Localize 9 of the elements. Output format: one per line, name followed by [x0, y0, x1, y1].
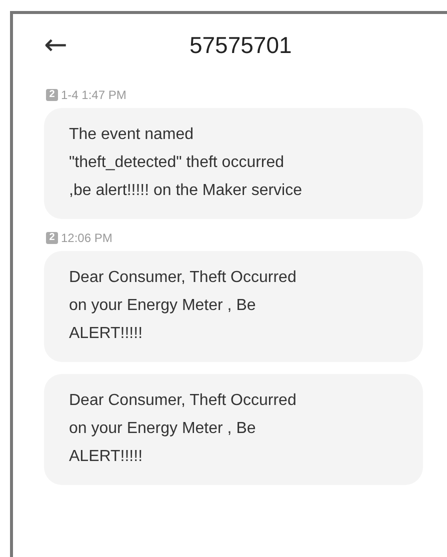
message-bubble: Dear Consumer, Theft Occurred on your Energy Meter , Be ALERT!!!!!	[44, 374, 423, 485]
message-bubble: The event named "theft_detected" theft occurred ,be alert!!!!! on the Maker service	[44, 108, 423, 219]
sim-badge: 2	[46, 232, 58, 244]
message-bubble: Dear Consumer, Theft Occurred on your Energy Meter , Be ALERT!!!!!	[44, 251, 423, 362]
sim-badge: 2	[46, 89, 58, 101]
back-button[interactable]: ←	[44, 31, 68, 59]
message-time: 1-4 1:47 PM	[61, 88, 126, 102]
message-time: 12:06 PM	[61, 231, 112, 245]
conversation-title: 57575701	[189, 32, 292, 58]
